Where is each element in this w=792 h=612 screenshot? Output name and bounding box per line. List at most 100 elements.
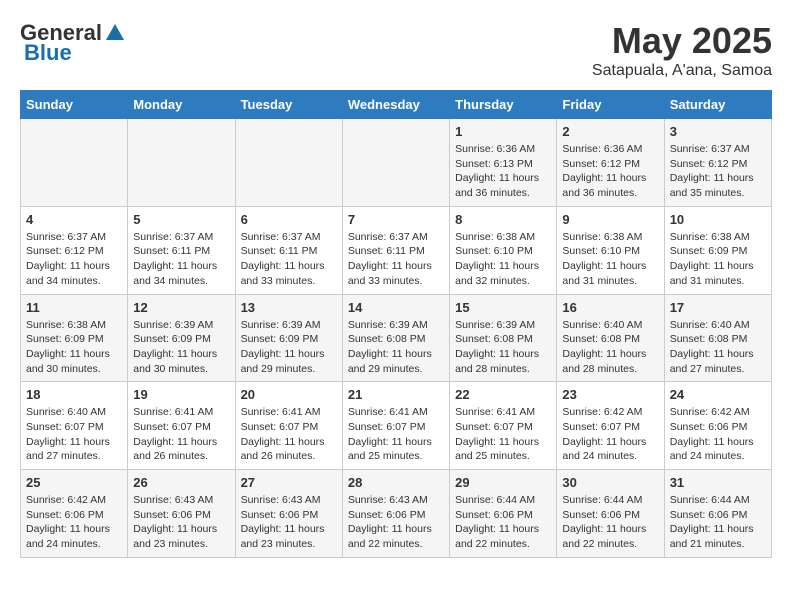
- calendar-header-row: SundayMondayTuesdayWednesdayThursdayFrid…: [21, 91, 772, 119]
- day-detail: Sunrise: 6:38 AM Sunset: 6:10 PM Dayligh…: [562, 230, 658, 289]
- day-number: 15: [455, 300, 551, 315]
- calendar-cell: 3 Sunrise: 6:37 AM Sunset: 6:12 PM Daylig…: [664, 119, 771, 207]
- day-detail: Sunrise: 6:43 AM Sunset: 6:06 PM Dayligh…: [348, 493, 444, 552]
- day-detail: Sunrise: 6:38 AM Sunset: 6:10 PM Dayligh…: [455, 230, 551, 289]
- calendar-cell: 22Sunrise: 6:41 AM Sunset: 6:07 PM Dayli…: [450, 382, 557, 470]
- day-detail: Sunrise: 6:37 AM Sunset: 6:11 PM Dayligh…: [241, 230, 337, 289]
- day-number: 3: [670, 124, 766, 139]
- title-area: May 2025 Satapuala, A'ana, Samoa: [592, 20, 772, 80]
- day-header-thursday: Thursday: [450, 91, 557, 119]
- day-number: 29: [455, 475, 551, 490]
- day-detail: Sunrise: 6:37 AM Sunset: 6:11 PM Dayligh…: [348, 230, 444, 289]
- day-detail: Sunrise: 6:37 AM Sunset: 6:11 PM Dayligh…: [133, 230, 229, 289]
- day-number: 20: [241, 387, 337, 402]
- day-detail: Sunrise: 6:36 AM Sunset: 6:13 PM Dayligh…: [455, 142, 551, 201]
- day-number: 19: [133, 387, 229, 402]
- calendar-cell: 10Sunrise: 6:38 AM Sunset: 6:09 PM Dayli…: [664, 206, 771, 294]
- day-detail: Sunrise: 6:39 AM Sunset: 6:09 PM Dayligh…: [133, 318, 229, 377]
- day-number: 4: [26, 212, 122, 227]
- day-header-saturday: Saturday: [664, 91, 771, 119]
- day-number: 10: [670, 212, 766, 227]
- day-number: 16: [562, 300, 658, 315]
- day-detail: Sunrise: 6:44 AM Sunset: 6:06 PM Dayligh…: [670, 493, 766, 552]
- calendar-cell: 13Sunrise: 6:39 AM Sunset: 6:09 PM Dayli…: [235, 294, 342, 382]
- day-number: 21: [348, 387, 444, 402]
- calendar-cell: 28 Sunrise: 6:43 AM Sunset: 6:06 PM Dayli…: [342, 470, 449, 558]
- day-number: 22: [455, 387, 551, 402]
- day-detail: Sunrise: 6:37 AM Sunset: 6:12 PM Dayligh…: [26, 230, 122, 289]
- calendar-cell: 15Sunrise: 6:39 AM Sunset: 6:08 PM Dayli…: [450, 294, 557, 382]
- day-detail: Sunrise: 6:41 AM Sunset: 6:07 PM Dayligh…: [348, 405, 444, 464]
- calendar-cell: 31 Sunrise: 6:44 AM Sunset: 6:06 PM Dayli…: [664, 470, 771, 558]
- day-number: 14: [348, 300, 444, 315]
- day-number: 13: [241, 300, 337, 315]
- calendar-week-row: 18 Sunrise: 6:40 AM Sunset: 6:07 PM Dayli…: [21, 382, 772, 470]
- calendar-cell: [128, 119, 235, 207]
- day-detail: Sunrise: 6:41 AM Sunset: 6:07 PM Dayligh…: [133, 405, 229, 464]
- day-detail: Sunrise: 6:43 AM Sunset: 6:06 PM Dayligh…: [241, 493, 337, 552]
- day-number: 12: [133, 300, 229, 315]
- day-number: 7: [348, 212, 444, 227]
- calendar-week-row: 25 Sunrise: 6:42 AM Sunset: 6:06 PM Dayli…: [21, 470, 772, 558]
- day-number: 1: [455, 124, 551, 139]
- logo-icon: [104, 22, 126, 44]
- day-detail: Sunrise: 6:40 AM Sunset: 6:07 PM Dayligh…: [26, 405, 122, 464]
- day-number: 31: [670, 475, 766, 490]
- calendar-cell: 16 Sunrise: 6:40 AM Sunset: 6:08 PM Dayli…: [557, 294, 664, 382]
- calendar-cell: 12 Sunrise: 6:39 AM Sunset: 6:09 PM Dayli…: [128, 294, 235, 382]
- day-number: 28: [348, 475, 444, 490]
- calendar-cell: 18 Sunrise: 6:40 AM Sunset: 6:07 PM Dayli…: [21, 382, 128, 470]
- logo-blue-text: Blue: [24, 40, 72, 66]
- day-number: 8: [455, 212, 551, 227]
- day-detail: Sunrise: 6:37 AM Sunset: 6:12 PM Dayligh…: [670, 142, 766, 201]
- calendar-cell: 30 Sunrise: 6:44 AM Sunset: 6:06 PM Dayli…: [557, 470, 664, 558]
- day-header-wednesday: Wednesday: [342, 91, 449, 119]
- day-detail: Sunrise: 6:39 AM Sunset: 6:08 PM Dayligh…: [348, 318, 444, 377]
- day-number: 26: [133, 475, 229, 490]
- day-number: 27: [241, 475, 337, 490]
- calendar-cell: 9 Sunrise: 6:38 AM Sunset: 6:10 PM Daylig…: [557, 206, 664, 294]
- day-number: 30: [562, 475, 658, 490]
- calendar-body: 1 Sunrise: 6:36 AM Sunset: 6:13 PM Daylig…: [21, 119, 772, 558]
- calendar-week-row: 11 Sunrise: 6:38 AM Sunset: 6:09 PM Dayli…: [21, 294, 772, 382]
- calendar-cell: 5 Sunrise: 6:37 AM Sunset: 6:11 PM Daylig…: [128, 206, 235, 294]
- day-detail: Sunrise: 6:40 AM Sunset: 6:08 PM Dayligh…: [562, 318, 658, 377]
- day-detail: Sunrise: 6:42 AM Sunset: 6:07 PM Dayligh…: [562, 405, 658, 464]
- calendar-table: SundayMondayTuesdayWednesdayThursdayFrid…: [20, 90, 772, 558]
- calendar-cell: 23 Sunrise: 6:42 AM Sunset: 6:07 PM Dayli…: [557, 382, 664, 470]
- logo: General Blue: [20, 20, 126, 66]
- calendar-cell: 24Sunrise: 6:42 AM Sunset: 6:06 PM Dayli…: [664, 382, 771, 470]
- day-detail: Sunrise: 6:44 AM Sunset: 6:06 PM Dayligh…: [562, 493, 658, 552]
- day-number: 24: [670, 387, 766, 402]
- calendar-cell: 21 Sunrise: 6:41 AM Sunset: 6:07 PM Dayli…: [342, 382, 449, 470]
- day-detail: Sunrise: 6:42 AM Sunset: 6:06 PM Dayligh…: [26, 493, 122, 552]
- calendar-cell: 14 Sunrise: 6:39 AM Sunset: 6:08 PM Dayli…: [342, 294, 449, 382]
- calendar-cell: 6 Sunrise: 6:37 AM Sunset: 6:11 PM Daylig…: [235, 206, 342, 294]
- day-detail: Sunrise: 6:44 AM Sunset: 6:06 PM Dayligh…: [455, 493, 551, 552]
- day-header-monday: Monday: [128, 91, 235, 119]
- page-header: General Blue May 2025 Satapuala, A'ana, …: [20, 20, 772, 80]
- day-detail: Sunrise: 6:41 AM Sunset: 6:07 PM Dayligh…: [241, 405, 337, 464]
- calendar-cell: 11 Sunrise: 6:38 AM Sunset: 6:09 PM Dayli…: [21, 294, 128, 382]
- day-number: 18: [26, 387, 122, 402]
- day-number: 23: [562, 387, 658, 402]
- day-header-tuesday: Tuesday: [235, 91, 342, 119]
- day-number: 11: [26, 300, 122, 315]
- calendar-week-row: 1 Sunrise: 6:36 AM Sunset: 6:13 PM Daylig…: [21, 119, 772, 207]
- day-number: 5: [133, 212, 229, 227]
- day-number: 9: [562, 212, 658, 227]
- calendar-cell: 26Sunrise: 6:43 AM Sunset: 6:06 PM Dayli…: [128, 470, 235, 558]
- calendar-cell: 2Sunrise: 6:36 AM Sunset: 6:12 PM Daylig…: [557, 119, 664, 207]
- calendar-cell: 7 Sunrise: 6:37 AM Sunset: 6:11 PM Daylig…: [342, 206, 449, 294]
- calendar-week-row: 4 Sunrise: 6:37 AM Sunset: 6:12 PM Daylig…: [21, 206, 772, 294]
- calendar-cell: 25 Sunrise: 6:42 AM Sunset: 6:06 PM Dayli…: [21, 470, 128, 558]
- month-title: May 2025: [592, 20, 772, 62]
- calendar-cell: 17Sunrise: 6:40 AM Sunset: 6:08 PM Dayli…: [664, 294, 771, 382]
- calendar-cell: 19 Sunrise: 6:41 AM Sunset: 6:07 PM Dayli…: [128, 382, 235, 470]
- day-number: 6: [241, 212, 337, 227]
- calendar-cell: [21, 119, 128, 207]
- calendar-cell: [235, 119, 342, 207]
- day-detail: Sunrise: 6:38 AM Sunset: 6:09 PM Dayligh…: [26, 318, 122, 377]
- day-number: 25: [26, 475, 122, 490]
- calendar-cell: 4 Sunrise: 6:37 AM Sunset: 6:12 PM Daylig…: [21, 206, 128, 294]
